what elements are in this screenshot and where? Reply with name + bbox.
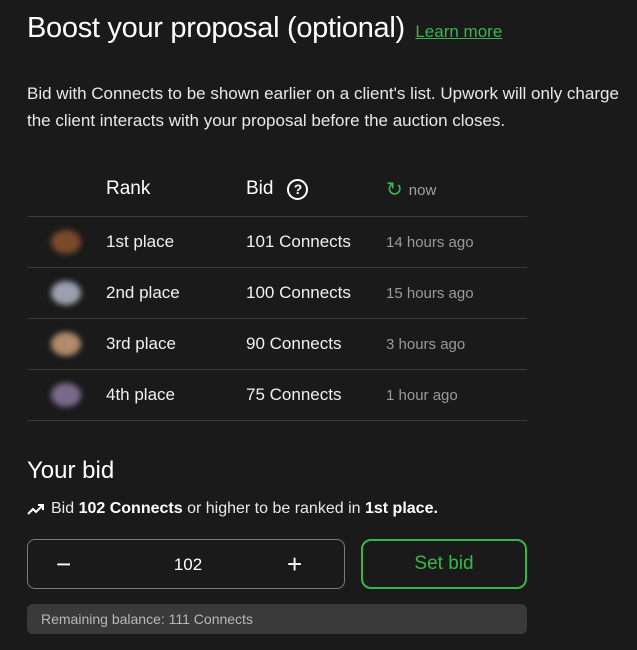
bids-table: Rank Bid ? ↻ now 1st place 101 Connects … bbox=[27, 166, 527, 421]
description-line-1: Bid with Connects to be shown earlier on… bbox=[27, 84, 619, 103]
avatar bbox=[51, 383, 81, 407]
bid-column-header: Bid ? bbox=[246, 178, 309, 200]
bid-cell: 100 Connects bbox=[246, 283, 351, 302]
avatar bbox=[51, 281, 81, 305]
rank-cell: 3rd place bbox=[106, 334, 176, 353]
table-row: 3rd place 90 Connects 3 hours ago bbox=[27, 319, 527, 370]
rank-column-header: Rank bbox=[106, 178, 151, 199]
remaining-balance: Remaining balance: 111 Connects bbox=[27, 604, 527, 634]
description: Bid with Connects to be shown earlier on… bbox=[27, 80, 637, 134]
refresh-control[interactable]: ↻ now bbox=[386, 180, 436, 200]
bid-amount-input[interactable] bbox=[118, 552, 258, 578]
time-cell: 15 hours ago bbox=[386, 285, 474, 302]
hint-prefix: Bid bbox=[51, 500, 75, 517]
rank-cell: 2nd place bbox=[106, 283, 180, 302]
decrement-button[interactable]: − bbox=[56, 551, 71, 577]
bid-cell: 75 Connects bbox=[246, 385, 342, 404]
refresh-icon[interactable]: ↻ bbox=[386, 180, 403, 200]
refresh-label: now bbox=[408, 181, 437, 199]
header: Boost your proposal (optional) Learn mor… bbox=[27, 12, 502, 45]
hint-amount: 102 Connects bbox=[78, 500, 183, 517]
table-row: 2nd place 100 Connects 15 hours ago bbox=[27, 268, 527, 319]
help-icon[interactable]: ? bbox=[287, 178, 309, 200]
set-bid-button[interactable]: Set bid bbox=[361, 539, 527, 589]
increment-button[interactable]: + bbox=[287, 551, 302, 577]
bid-stepper: − + bbox=[27, 539, 345, 589]
bid-hint: Bid 102 Connects or higher to be ranked … bbox=[27, 500, 438, 518]
bid-cell: 101 Connects bbox=[246, 232, 351, 251]
description-line-2: the client interacts with your proposal … bbox=[27, 111, 506, 130]
hint-place: 1st place. bbox=[364, 500, 438, 517]
avatar bbox=[51, 332, 81, 356]
time-cell: 14 hours ago bbox=[386, 234, 474, 251]
table-row: 4th place 75 Connects 1 hour ago bbox=[27, 370, 527, 421]
rank-cell: 4th place bbox=[106, 385, 175, 404]
avatar bbox=[51, 230, 81, 254]
bid-cell: 90 Connects bbox=[246, 334, 342, 353]
hint-middle: or higher to be ranked in bbox=[187, 500, 361, 517]
table-header: Rank Bid ? ↻ now bbox=[27, 166, 527, 217]
trending-up-icon bbox=[27, 503, 45, 515]
bid-column-label: Bid bbox=[246, 178, 274, 199]
rank-cell: 1st place bbox=[106, 232, 175, 251]
time-cell: 1 hour ago bbox=[386, 387, 458, 404]
your-bid-heading: Your bid bbox=[27, 457, 115, 484]
time-cell: 3 hours ago bbox=[386, 336, 466, 353]
table-row: 1st place 101 Connects 14 hours ago bbox=[27, 217, 527, 268]
page-title: Boost your proposal (optional) bbox=[27, 12, 405, 44]
learn-more-link[interactable]: Learn more bbox=[415, 22, 502, 41]
